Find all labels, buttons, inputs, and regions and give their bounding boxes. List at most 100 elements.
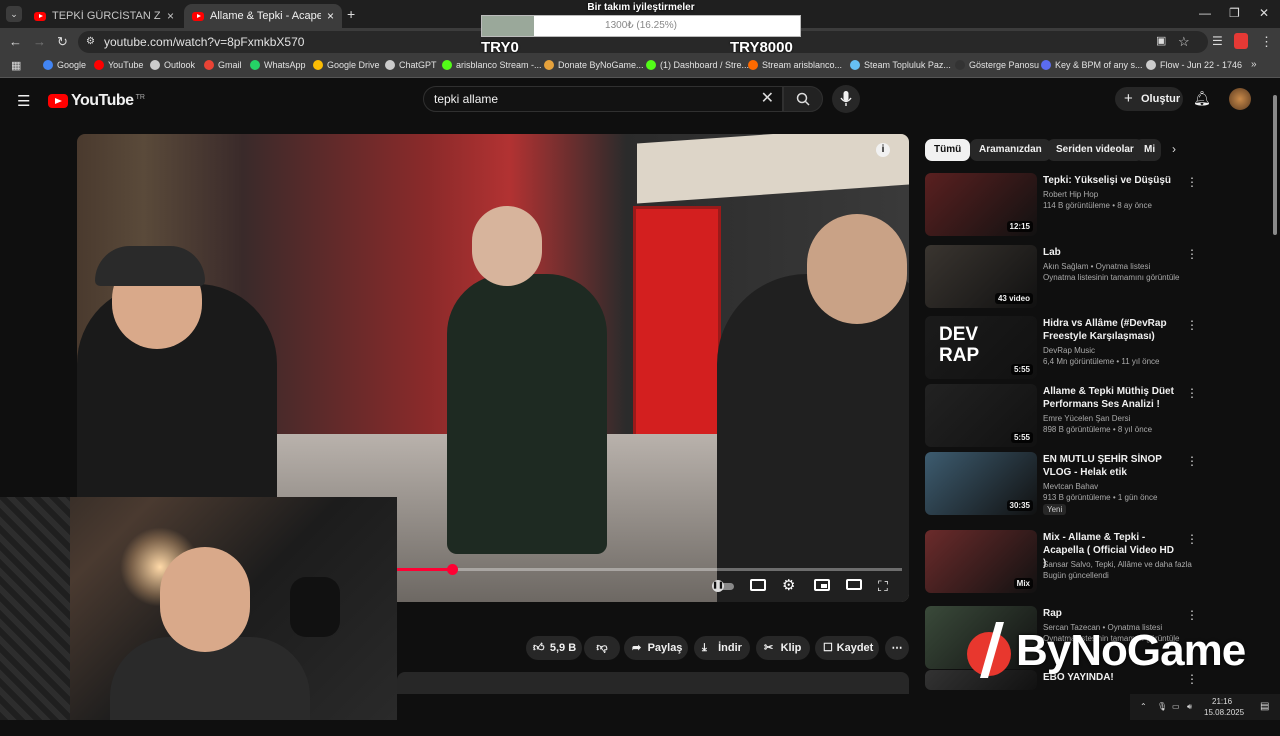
bookmark-item[interactable]: Stream arisblanco...: [748, 60, 842, 70]
tab-tepki-gurcistan[interactable]: TEPKİ GÜRCİSTAN ZİYARETİ (yu ×: [26, 4, 182, 28]
create-button[interactable]: + Oluştur: [1115, 87, 1183, 111]
window-close-icon[interactable]: ✕: [1259, 6, 1269, 20]
autoplay-toggle[interactable]: ❚❚: [712, 579, 734, 593]
bookmark-favicon-icon: [442, 60, 452, 70]
clear-search-icon[interactable]: ✕: [761, 87, 774, 111]
more-vertical-icon[interactable]: ⋮: [1186, 247, 1198, 261]
video-scrubber-handle[interactable]: [446, 564, 458, 575]
scrollbar-thumb[interactable]: [1273, 95, 1277, 235]
restore-icon[interactable]: ❐: [1229, 6, 1240, 20]
bookmark-star-icon[interactable]: ☆: [1178, 34, 1190, 50]
related-video-item[interactable]: Mix Mix - Allame & Tepki - Acapella ( Off…: [925, 530, 1265, 596]
bookmark-item[interactable]: Google: [43, 60, 86, 70]
avatar[interactable]: [1229, 88, 1251, 110]
tab-allame-tepki[interactable]: Allame & Tepki - Acapella ( Offi ×: [184, 4, 342, 28]
clock-time[interactable]: 21:16: [1212, 697, 1232, 706]
video-title[interactable]: EN MUTLU ŞEHİR SİNOP VLOG - Helak etik: [1043, 453, 1179, 479]
chip-more[interactable]: Mi: [1135, 139, 1161, 161]
voice-search-button[interactable]: [832, 85, 860, 113]
share-button[interactable]: ➦ Paylaş: [624, 636, 688, 660]
more-vertical-icon[interactable]: ⋮: [1186, 386, 1198, 400]
bookmark-item[interactable]: Gösterge Panosu: [955, 60, 1039, 70]
more-vertical-icon[interactable]: ⋮: [1186, 318, 1198, 332]
video-title[interactable]: Tepki: Yükselişi ve Düşüşü: [1043, 174, 1179, 187]
tab-search-icon[interactable]: ⌄: [6, 6, 22, 22]
search-input[interactable]: tepki allame ✕: [423, 86, 783, 112]
chip-from-series[interactable]: Seriden videolar: [1047, 139, 1143, 161]
hamburger-menu-icon[interactable]: ☰: [17, 92, 30, 110]
extensions-icon[interactable]: ☰: [1212, 34, 1223, 48]
settings-gear-icon[interactable]: ⚙: [782, 578, 798, 593]
more-vertical-icon[interactable]: ⋮: [1186, 454, 1198, 468]
search-button[interactable]: [783, 86, 823, 112]
bookmark-item[interactable]: (1) Dashboard / Stre...: [646, 60, 749, 70]
save-button[interactable]: ☐ Kaydet: [815, 636, 879, 660]
close-tab-icon[interactable]: ×: [167, 9, 174, 23]
related-video-item[interactable]: DEV RAP 5:55 Hidra vs Allâme (#DevRap Free…: [925, 316, 1265, 382]
browser-menu-icon[interactable]: ⋮: [1260, 34, 1273, 50]
fullscreen-icon[interactable]: ⛶: [878, 579, 894, 593]
more-vertical-icon[interactable]: ⋮: [1186, 532, 1198, 546]
theater-mode-icon[interactable]: [846, 579, 862, 593]
bookmark-item[interactable]: Key & BPM of any s...: [1041, 60, 1143, 70]
chip-from-search[interactable]: Aramanızdan: [970, 139, 1051, 161]
bookmark-item[interactable]: Flow - Jun 22 - 1746: [1146, 60, 1242, 70]
description-box[interactable]: [397, 672, 909, 694]
more-bookmarks-icon[interactable]: »: [1251, 59, 1257, 70]
bookmark-item[interactable]: Google Drive: [313, 60, 380, 70]
site-info-icon[interactable]: ⚙: [86, 31, 95, 53]
back-icon[interactable]: ←: [9, 34, 22, 49]
tray-volume-icon[interactable]: 🔊︎: [1187, 702, 1192, 712]
video-thumbnail[interactable]: DEV RAP 5:55: [925, 316, 1037, 379]
bookmark-item[interactable]: Steam Topluluk Paz...: [850, 60, 951, 70]
video-thumbnail[interactable]: 5:55: [925, 384, 1037, 447]
new-tab-icon[interactable]: +: [347, 6, 355, 22]
chip-all[interactable]: Tümü: [925, 139, 971, 161]
bookmark-item[interactable]: Outlook: [150, 60, 195, 70]
video-thumbnail[interactable]: 43 video: [925, 245, 1037, 308]
bookmark-item[interactable]: Donate ByNoGame...: [544, 60, 644, 70]
apps-grid-icon[interactable]: ▦: [11, 59, 21, 72]
video-title[interactable]: Hidra vs Allâme (#DevRap Freestyle Karşı…: [1043, 317, 1179, 343]
bookmark-item[interactable]: Gmail: [204, 60, 242, 70]
related-video-item[interactable]: 5:55 Allame & Tepki Müthiş Düet Performan…: [925, 384, 1265, 450]
bookmark-item[interactable]: YouTube: [94, 60, 143, 70]
miniplayer-icon[interactable]: [814, 579, 830, 593]
video-thumbnail[interactable]: 30:35: [925, 452, 1037, 515]
info-icon[interactable]: i: [876, 143, 890, 157]
video-progress-bar[interactable]: [396, 564, 902, 575]
related-video-item[interactable]: 12:15 Tepki: Yükselişi ve Düşüşü Robert Hi…: [925, 173, 1265, 239]
chevron-right-icon[interactable]: ›: [1172, 142, 1176, 156]
more-actions-button[interactable]: ⋯: [885, 636, 909, 660]
tray-chevron-icon[interactable]: ⌃: [1140, 702, 1147, 711]
profile-ext-icon[interactable]: [1234, 33, 1248, 49]
reload-icon[interactable]: ↻: [57, 34, 68, 50]
related-video-item[interactable]: 30:35 EN MUTLU ŞEHİR SİNOP VLOG - Helak e…: [925, 452, 1265, 518]
related-video-item[interactable]: 43 video Lab Akın Sağlam • Oynatma listesi…: [925, 245, 1265, 311]
notifications-icon[interactable]: ▤: [1260, 701, 1269, 712]
video-thumbnail[interactable]: Mix: [925, 530, 1037, 593]
dislike-button[interactable]: 👎︎: [584, 636, 620, 660]
bookmark-item[interactable]: ChatGPT: [385, 60, 437, 70]
bookmark-favicon-icon: [955, 60, 965, 70]
clock-date[interactable]: 15.08.2025: [1204, 708, 1244, 717]
video-title[interactable]: Lab: [1043, 246, 1179, 259]
forward-icon[interactable]: →: [33, 34, 46, 49]
download-button[interactable]: ⤓ İndir: [694, 636, 750, 660]
bookmark-item[interactable]: arisblanco Stream -...: [442, 60, 542, 70]
video-thumbnail[interactable]: 12:15: [925, 173, 1037, 236]
video-channel: Emre Yücelen Şan Dersi: [1043, 414, 1131, 423]
tray-mic-icon[interactable]: 🎙︎: [1157, 702, 1167, 711]
close-tab-icon[interactable]: ×: [327, 9, 334, 23]
youtube-logo[interactable]: YouTube TR: [48, 92, 145, 110]
tray-network-icon[interactable]: ▭: [1172, 702, 1180, 711]
install-app-icon[interactable]: ▣: [1156, 34, 1166, 47]
like-button[interactable]: 👍︎ 5,9 B: [526, 636, 582, 660]
bookmark-item[interactable]: WhatsApp: [250, 60, 306, 70]
minimize-icon[interactable]: —: [1199, 6, 1211, 20]
more-vertical-icon[interactable]: ⋮: [1186, 175, 1198, 189]
clip-button[interactable]: ✂ Klip: [756, 636, 810, 660]
video-title[interactable]: Allame & Tepki Müthiş Düet Performans Se…: [1043, 385, 1179, 411]
notifications-bell-icon[interactable]: 🔔︎: [1193, 90, 1211, 107]
subtitles-icon[interactable]: [750, 579, 766, 593]
